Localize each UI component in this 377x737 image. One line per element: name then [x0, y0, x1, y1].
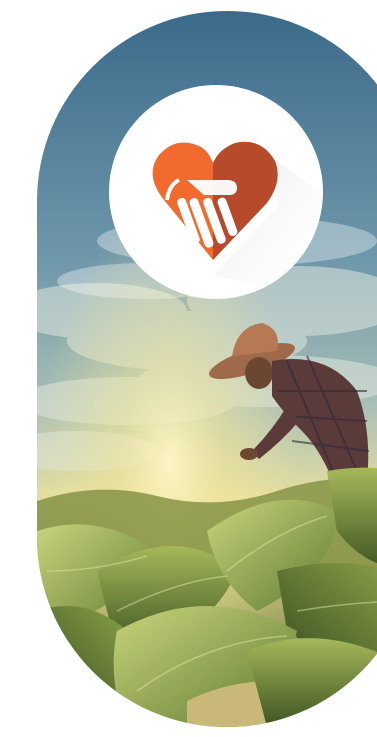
heart-hand-icon: [152, 141, 323, 299]
logo-badge: [109, 85, 323, 299]
splash-screen: [0, 0, 377, 737]
